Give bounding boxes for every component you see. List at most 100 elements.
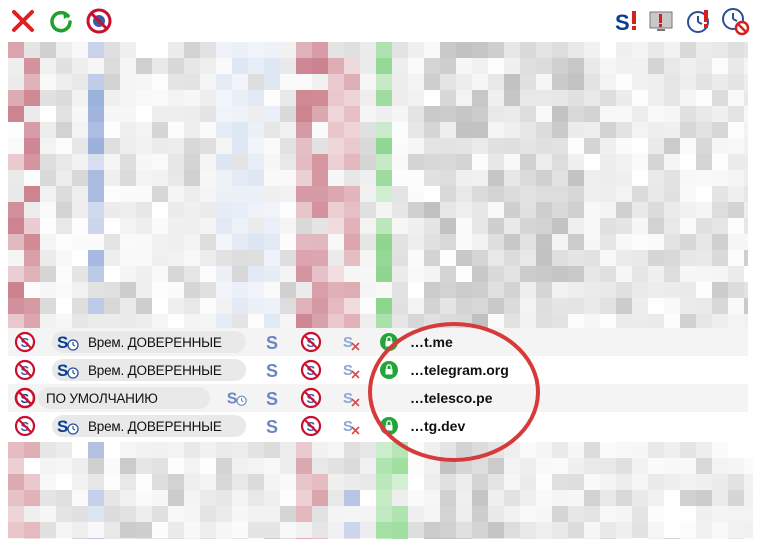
- blur-cell: [184, 74, 200, 90]
- policy-selector[interactable]: S Врем. ДОВЕРЕННЫЕ: [52, 415, 246, 437]
- blur-cell: [696, 122, 712, 138]
- block-button[interactable]: [84, 6, 114, 36]
- blur-cell: [424, 250, 440, 266]
- blur-cell: [280, 458, 296, 474]
- blur-cell: [344, 442, 360, 458]
- blocked-s-icon[interactable]: S: [14, 387, 36, 409]
- policy-selector[interactable]: S Врем. ДОВЕРЕННЫЕ: [52, 359, 246, 381]
- blur-cell: [680, 506, 696, 522]
- policy-selector[interactable]: ПО УМОЛЧАНИЮ: [38, 387, 210, 409]
- blur-cell: [664, 522, 680, 538]
- blur-cell: [328, 522, 344, 538]
- blur-cell: [664, 442, 680, 458]
- blur-cell: [152, 42, 168, 58]
- blur-cell: [424, 458, 440, 474]
- blur-cell: [248, 58, 264, 74]
- blocked-s-icon[interactable]: S: [300, 415, 322, 437]
- blocked-s-icon[interactable]: S: [300, 387, 322, 409]
- blur-cell: [728, 106, 744, 122]
- blur-cell: [328, 298, 344, 314]
- blur-cell: [152, 506, 168, 522]
- blur-cell: [328, 474, 344, 490]
- blur-cell: [312, 154, 328, 170]
- list-item[interactable]: S S Врем. ДОВЕРЕННЫЕ S S S …telegram.org: [8, 356, 748, 384]
- blur-cell: [440, 42, 456, 58]
- blur-cell: [168, 442, 184, 458]
- blur-cell: [88, 74, 104, 90]
- blur-cell: [536, 154, 552, 170]
- blocked-s-icon[interactable]: S: [300, 331, 322, 353]
- blur-cell: [120, 154, 136, 170]
- blur-cell: [216, 170, 232, 186]
- blur-cell: [280, 42, 296, 58]
- blur-cell: [280, 90, 296, 106]
- list-item[interactable]: S S Врем. ДОВЕРЕННЫЕ S S S …tg.dev: [8, 412, 748, 440]
- blur-cell: [88, 474, 104, 490]
- blur-cell: [408, 170, 424, 186]
- blur-cell: [264, 218, 280, 234]
- blur-cell: [248, 298, 264, 314]
- blur-cell: [648, 266, 664, 282]
- blocked-s-icon[interactable]: S: [14, 359, 36, 381]
- blur-cell: [40, 282, 56, 298]
- blur-cell: [40, 42, 56, 58]
- s-icon[interactable]: S: [262, 359, 284, 381]
- blur-cell: [264, 522, 280, 538]
- blur-cell: [312, 522, 328, 538]
- s-icon[interactable]: S: [262, 331, 284, 353]
- blur-cell: [584, 122, 600, 138]
- blur-cell: [296, 218, 312, 234]
- blur-cell: [616, 506, 632, 522]
- blur-cell: [648, 298, 664, 314]
- blur-cell: [360, 90, 376, 106]
- blur-cell: [376, 170, 392, 186]
- close-button[interactable]: [8, 6, 38, 36]
- blur-cell: [568, 186, 584, 202]
- blur-cell: [296, 90, 312, 106]
- clock-alert-button[interactable]: [684, 6, 714, 36]
- clock-blocked-button[interactable]: [720, 6, 750, 36]
- s-x-icon[interactable]: S: [340, 387, 362, 409]
- blur-cell: [280, 138, 296, 154]
- blur-cell: [24, 58, 40, 74]
- blur-cell: [328, 106, 344, 122]
- blur-cell: [200, 218, 216, 234]
- blur-cell: [232, 250, 248, 266]
- policy-selector[interactable]: S Врем. ДОВЕРЕННЫЕ: [52, 331, 246, 353]
- blur-cell: [280, 442, 296, 458]
- s-icon[interactable]: S: [262, 387, 284, 409]
- blocked-s-icon[interactable]: S: [300, 359, 322, 381]
- blur-cell: [136, 522, 152, 538]
- blur-cell: [504, 298, 520, 314]
- blur-cell: [472, 106, 488, 122]
- blur-cell: [24, 218, 40, 234]
- screen-alert-button[interactable]: [646, 6, 676, 36]
- s-icon[interactable]: S: [262, 415, 284, 437]
- blur-cell: [376, 266, 392, 282]
- blur-cell: [24, 522, 40, 538]
- blur-cell: [72, 186, 88, 202]
- s-x-icon[interactable]: S: [340, 331, 362, 353]
- svg-text:S: S: [57, 417, 68, 436]
- blur-cell: [72, 138, 88, 154]
- s-x-icon[interactable]: S: [340, 359, 362, 381]
- blocked-s-icon[interactable]: S: [14, 331, 36, 353]
- refresh-button[interactable]: [46, 6, 76, 36]
- list-item[interactable]: S ПО УМОЛЧАНИЮ S S S S …telesco.pe: [8, 384, 748, 412]
- s-alert-button[interactable]: S: [612, 6, 642, 36]
- blur-cell: [152, 442, 168, 458]
- blur-cell: [56, 266, 72, 282]
- blur-cell: [72, 90, 88, 106]
- blur-cell: [472, 298, 488, 314]
- s-clock-icon[interactable]: S: [226, 387, 248, 409]
- s-x-icon[interactable]: S: [340, 415, 362, 437]
- blur-cell: [472, 266, 488, 282]
- blur-cell: [360, 490, 376, 506]
- blur-cell: [728, 90, 744, 106]
- blur-cell: [600, 90, 616, 106]
- list-item[interactable]: S S Врем. ДОВЕРЕННЫЕ S S S …t.me: [8, 328, 748, 356]
- blur-cell: [232, 42, 248, 58]
- blocked-s-icon[interactable]: S: [14, 415, 36, 437]
- blur-cell: [424, 154, 440, 170]
- blur-cell: [264, 138, 280, 154]
